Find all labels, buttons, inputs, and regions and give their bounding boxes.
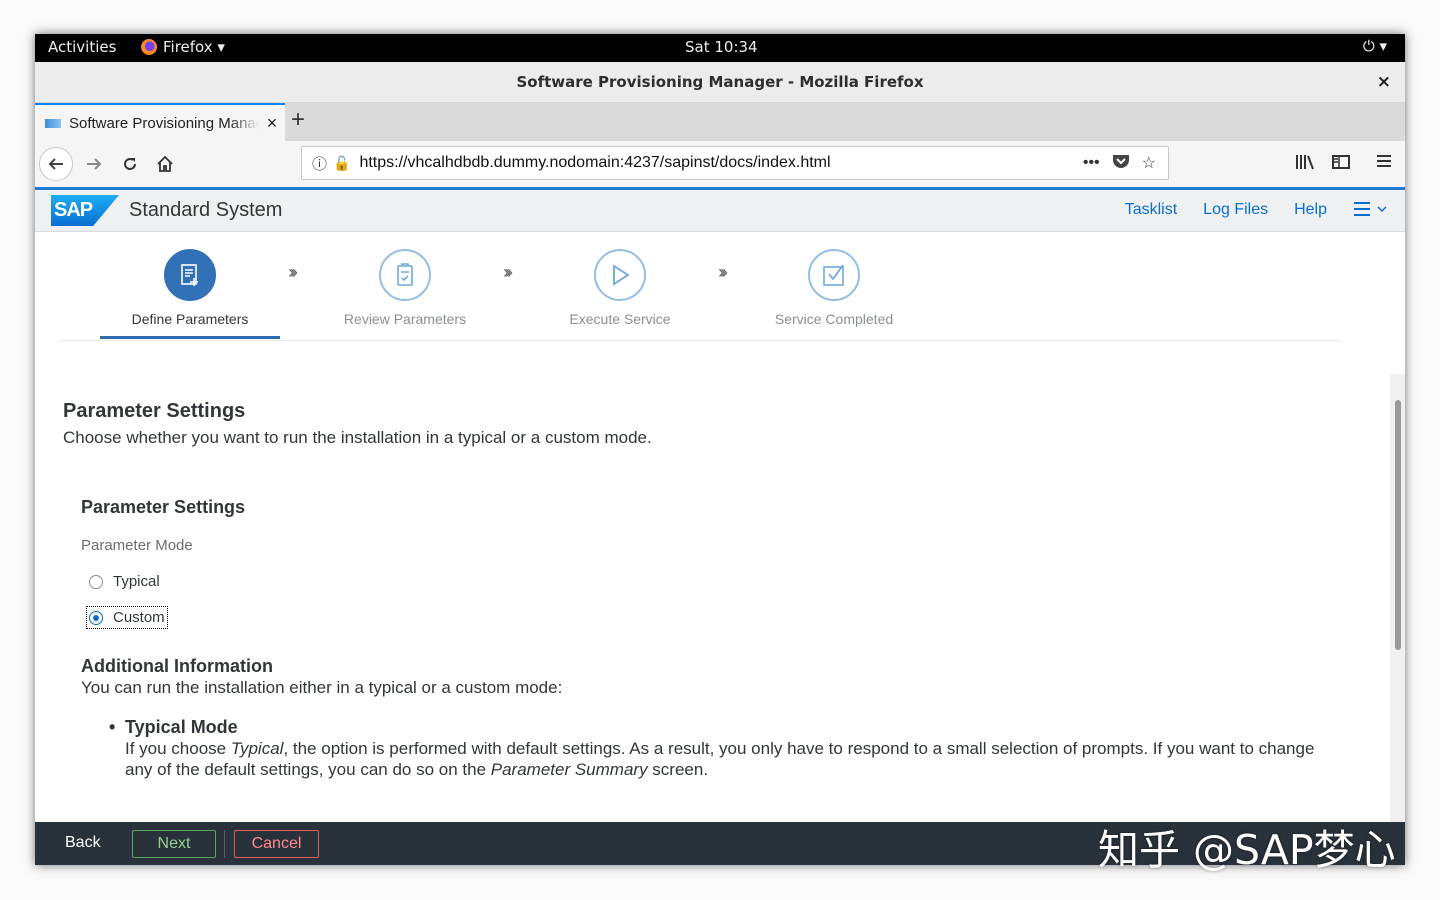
firefox-logo-icon (141, 39, 157, 55)
step-separator-icon: ››› (718, 262, 728, 282)
app-menu-label: Firefox ▾ (163, 38, 225, 56)
navigation-toolbar: ⓘ 🔓 https://vhcalhdbdb.dummy.nodomain:42… (35, 141, 1405, 188)
window-close-button[interactable]: × (1377, 62, 1391, 102)
step-service-completed[interactable]: Service Completed (744, 249, 924, 327)
sap-logo: SAP ® (51, 195, 119, 226)
insecure-lock-icon[interactable]: 🔓 (333, 155, 350, 172)
sidebar-toggle-icon[interactable] (1331, 153, 1351, 176)
home-icon[interactable] (148, 147, 182, 181)
active-step-underline (100, 336, 280, 339)
reload-icon[interactable] (113, 147, 147, 181)
system-menu[interactable]: ⏻ ▾ (1363, 37, 1387, 55)
back-button[interactable]: Back (65, 830, 101, 858)
bullet-emphasis: Parameter Summary (490, 760, 648, 779)
app-menu[interactable]: Firefox ▾ (141, 38, 225, 56)
bullet-text-part: , the option is performed with default s… (125, 739, 1315, 779)
step-label: Define Parameters (131, 311, 249, 327)
tab-strip: Software Provisioning Manager × + (35, 103, 1405, 141)
section-heading: Parameter Settings (81, 497, 246, 517)
content-scrollbar[interactable] (1390, 374, 1405, 822)
info-text: You can run the installation either in a… (81, 678, 563, 697)
next-button[interactable]: Next (132, 830, 216, 858)
pocket-icon[interactable] (1112, 153, 1130, 174)
bullet-title: Typical Mode (125, 717, 1325, 738)
document-add-icon (164, 249, 216, 301)
gnome-top-bar: Activities Firefox ▾ Sat 10:34 ⏻ ▾ (35, 34, 1405, 62)
back-arrow-icon[interactable] (39, 147, 73, 181)
shell-links: Tasklist Log Files Help (1125, 201, 1387, 222)
radio-custom[interactable]: Custom (86, 606, 168, 629)
parameter-mode-label: Parameter Mode (81, 537, 193, 554)
url-bar[interactable]: ⓘ 🔓 https://vhcalhdbdb.dummy.nodomain:42… (301, 146, 1169, 180)
cancel-button[interactable]: Cancel (234, 830, 319, 858)
activities-button[interactable]: Activities (48, 38, 116, 56)
step-label: Review Parameters (343, 311, 467, 327)
scrollbar-thumb[interactable] (1395, 400, 1401, 650)
list-item: Typical Mode If you choose Typical, the … (125, 717, 1325, 780)
bookmark-star-icon[interactable]: ☆ (1142, 153, 1156, 173)
play-icon (594, 249, 646, 301)
step-define-parameters[interactable]: Define Parameters (100, 249, 280, 327)
radio-label: Typical (113, 573, 160, 590)
step-execute-service[interactable]: Execute Service (530, 249, 710, 327)
sap-favicon-icon (45, 118, 61, 128)
radio-button-selected[interactable] (89, 610, 103, 625)
radio-typical[interactable]: Typical (89, 573, 160, 590)
library-icon[interactable] (1295, 153, 1315, 176)
page-title: Parameter Settings (63, 400, 246, 422)
bullet-text-part: If you choose (125, 739, 231, 758)
step-review-parameters[interactable]: Review Parameters (315, 249, 495, 327)
tasklist-link[interactable]: Tasklist (1125, 201, 1177, 222)
info-heading: Additional Information (81, 656, 273, 676)
log-files-link[interactable]: Log Files (1203, 201, 1268, 222)
radio-label: Custom (113, 609, 165, 626)
shell-menu-icon[interactable] (1353, 201, 1387, 222)
bullet-text-part: screen. (647, 760, 709, 779)
footer-separator (224, 830, 225, 858)
bullet-text: If you choose Typical, the option is per… (125, 738, 1325, 780)
window-titlebar: Software Provisioning Manager - Mozilla … (35, 62, 1405, 103)
tab-close-icon[interactable]: × (259, 113, 285, 134)
step-separator-icon: ››› (503, 262, 513, 282)
sap-shell-header: SAP ® Standard System Tasklist Log Files… (35, 190, 1405, 232)
step-label: Execute Service (569, 311, 671, 327)
radio-button[interactable] (89, 574, 103, 589)
tab-title: Software Provisioning Manager (69, 114, 259, 132)
window-title: Software Provisioning Manager - Mozilla … (516, 73, 924, 91)
roadmap-stepper: Define Parameters ››› Review Parameters … (35, 232, 1405, 372)
sap-logo-text: SAP (54, 199, 93, 221)
step-label: Service Completed (774, 311, 894, 327)
stepper-divider (60, 340, 1340, 341)
step-separator-icon: ››› (288, 262, 298, 282)
page-actions-icon[interactable]: ••• (1083, 154, 1100, 172)
url-text[interactable]: https://vhcalhdbdb.dummy.nodomain:4237/s… (359, 154, 1082, 172)
watermark: 知乎 @SAP梦心 (1098, 826, 1396, 874)
page-description: Choose whether you want to run the insta… (63, 428, 652, 447)
clock[interactable]: Sat 10:34 (685, 38, 758, 56)
new-tab-button[interactable]: + (291, 106, 305, 134)
browser-window: Activities Firefox ▾ Sat 10:34 ⏻ ▾ Softw… (35, 34, 1405, 865)
help-link[interactable]: Help (1294, 201, 1327, 222)
browser-tab[interactable]: Software Provisioning Manager × (35, 103, 285, 141)
site-info-icon[interactable]: ⓘ (312, 153, 327, 174)
check-icon (808, 249, 860, 301)
forward-arrow-icon[interactable] (77, 147, 111, 181)
bullet-emphasis: Typical (230, 739, 284, 758)
shell-title: Standard System (129, 199, 283, 221)
clipboard-icon (379, 249, 431, 301)
hamburger-menu-icon[interactable] (1375, 153, 1393, 174)
main-content: Parameter Settings Choose whether you wa… (35, 374, 1390, 822)
